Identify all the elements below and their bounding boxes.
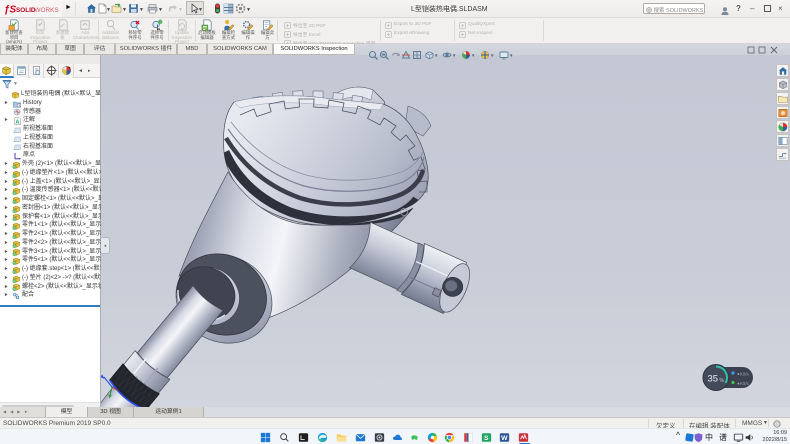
svg-text:W: W [501,435,508,442]
svg-text:S: S [484,435,489,442]
svg-text:●K0/s: ●K0/s [737,372,749,377]
svg-text:35: 35 [708,374,719,385]
svg-text:%: % [720,378,725,384]
svg-text:●K0/s: ●K0/s [737,381,749,386]
svg-text:ƒS: ƒS [4,5,17,16]
svg-text:SOLID: SOLID [16,7,36,14]
svg-text:WORKS: WORKS [35,7,59,14]
